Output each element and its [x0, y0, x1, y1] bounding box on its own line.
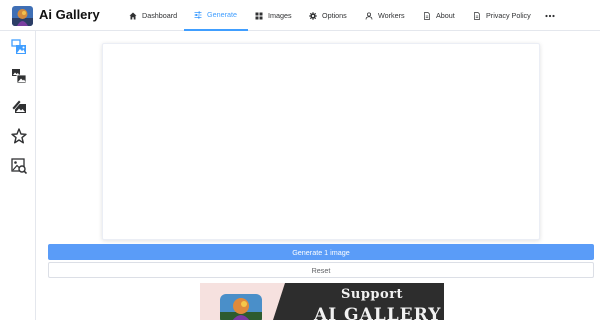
app-logo[interactable]	[12, 6, 33, 26]
nav-generate[interactable]: Generate	[184, 0, 248, 31]
nav-label: Options	[322, 11, 347, 20]
nav-options[interactable]: Options	[309, 0, 347, 31]
inpainting-icon	[11, 99, 26, 113]
sidebar-item-image-to-image[interactable]	[11, 68, 27, 84]
document-icon	[424, 11, 430, 20]
user-icon	[365, 12, 373, 20]
nav-dashboard[interactable]: Dashboard	[129, 0, 177, 31]
generate-button[interactable]: Generate 1 image	[48, 244, 594, 260]
gear-icon	[309, 11, 317, 20]
nav-images[interactable]: Images	[255, 0, 292, 31]
banner-subtitle: AI GALLERY	[314, 305, 442, 320]
nav-about[interactable]: About	[423, 0, 455, 31]
document-icon	[474, 11, 480, 20]
nav-privacy-policy[interactable]: Privacy Policy	[473, 0, 531, 31]
grid-icon	[255, 12, 263, 19]
top-navbar: Ai Gallery Dashboard Generate Images Opt…	[0, 0, 600, 31]
nav-label: Dashboard	[142, 11, 178, 20]
banner-title: Support	[341, 287, 404, 302]
sliders-icon	[194, 11, 202, 18]
more-menu-button[interactable]	[545, 0, 555, 31]
sidebar-item-text-to-image[interactable]	[11, 39, 27, 55]
nav-workers[interactable]: Workers	[365, 0, 405, 31]
nav-label: Workers	[378, 11, 405, 20]
nav-label: Images	[268, 11, 292, 20]
rate-star-icon	[11, 128, 27, 144]
sidebar-item-rate[interactable]	[11, 128, 27, 144]
support-banner[interactable]: Support AI GALLERY	[200, 283, 444, 320]
sidebar-item-interrogate[interactable]	[11, 158, 28, 175]
image-preview-canvas	[102, 43, 540, 240]
interrogate-image-icon	[11, 158, 28, 175]
ellipsis-icon	[545, 14, 555, 17]
reset-button[interactable]: Reset	[48, 262, 594, 278]
sidebar	[0, 31, 36, 320]
nav-label: Privacy Policy	[486, 11, 531, 20]
app-title[interactable]: Ai Gallery	[39, 7, 100, 22]
nav-label: About	[436, 11, 455, 20]
text-to-image-icon	[11, 39, 26, 54]
sidebar-item-inpainting[interactable]	[11, 98, 27, 114]
nav-label: Generate	[207, 10, 237, 19]
image-to-image-icon	[12, 69, 27, 84]
banner-artwork	[220, 294, 262, 320]
home-icon	[129, 12, 137, 19]
